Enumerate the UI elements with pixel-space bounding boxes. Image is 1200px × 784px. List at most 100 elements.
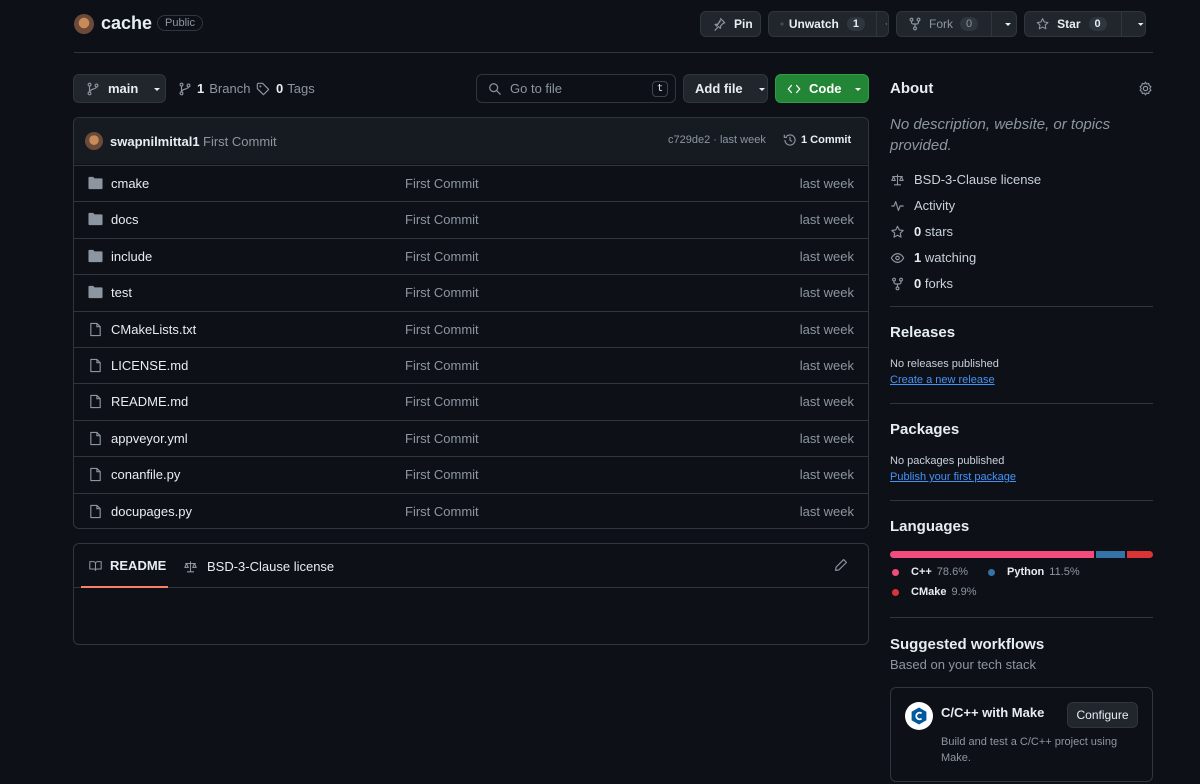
file-name[interactable]: appveyor.yml (111, 431, 188, 446)
file-row[interactable]: docs First Commit last week (74, 201, 868, 237)
license-link[interactable]: BSD-3-Clause license (890, 172, 1041, 187)
tab-readme[interactable]: README (81, 545, 168, 588)
branches-link[interactable]: 1 Branch (178, 81, 250, 96)
file-row[interactable]: appveyor.yml First Commit last week (74, 419, 868, 456)
file-row[interactable]: LICENSE.md First Commit last week (74, 347, 868, 383)
file-name[interactable]: LICENSE.md (111, 358, 188, 373)
file-name[interactable]: docupages.py (111, 504, 192, 519)
workflows-title: Suggested workflows (890, 636, 1045, 653)
file-row[interactable]: conanfile.py First Commit last week (74, 456, 868, 492)
commit-author[interactable]: swapnilmittal1 (110, 134, 200, 149)
file-commit-message[interactable]: First Commit (405, 285, 479, 300)
file-commit-message[interactable]: First Commit (405, 431, 479, 446)
repo-name[interactable]: cache (101, 13, 152, 34)
file-row[interactable]: README.md First Commit last week (74, 383, 868, 419)
releases-title[interactable]: Releases (890, 324, 955, 341)
fork-label: Fork (929, 17, 953, 31)
workflow-card-description: Build and test a C/C++ project using Mak… (941, 736, 1118, 764)
book-icon (89, 560, 102, 571)
file-commit-message[interactable]: First Commit (405, 504, 479, 519)
fork-button[interactable]: Fork 0 (896, 11, 1017, 37)
file-name[interactable]: cmake (111, 176, 149, 191)
commit-message[interactable]: First Commit (203, 134, 277, 149)
branch-icon (179, 82, 191, 95)
file-row[interactable]: test First Commit last week (74, 274, 868, 310)
header-divider (74, 52, 1153, 53)
code-icon (787, 84, 801, 93)
file-commit-message[interactable]: First Commit (405, 212, 479, 227)
packages-title[interactable]: Packages (890, 421, 959, 438)
chevron-down-icon[interactable] (885, 19, 888, 29)
tags-link[interactable]: 0 Tags (256, 81, 315, 96)
language-percent: 11.5% (1049, 566, 1080, 578)
pin-button[interactable]: Pin (700, 11, 761, 37)
branch-icon (87, 82, 99, 95)
workflow-card-title: C/C++ with Make (941, 705, 1045, 720)
code-button[interactable]: Code (775, 74, 869, 103)
watching-label: watching (924, 250, 977, 265)
file-name[interactable]: conanfile.py (111, 467, 180, 482)
tags-label: Tags (287, 81, 315, 96)
eye-icon (890, 252, 905, 263)
configure-button[interactable]: Configure (1067, 702, 1138, 728)
unwatch-button[interactable]: Unwatch 1 (768, 11, 889, 37)
file-name[interactable]: README.md (111, 394, 188, 409)
star-button[interactable]: Star 0 (1024, 11, 1146, 37)
law-icon (891, 173, 904, 185)
file-row[interactable]: docupages.py First Commit last week (74, 492, 868, 529)
language-item[interactable]: Python 11.5% (988, 566, 1080, 578)
language-name: Python (1007, 566, 1045, 578)
watch-count: 1 (846, 17, 865, 31)
language-item[interactable]: CMake 9.9% (892, 586, 977, 598)
search-placeholder: Go to file (510, 81, 563, 96)
file-commit-time: last week (799, 467, 854, 483)
commit-author-avatar[interactable] (85, 132, 103, 150)
cpp-logo-icon (905, 702, 933, 730)
file-name[interactable]: test (111, 285, 132, 300)
branch-selector[interactable]: main (73, 74, 166, 103)
add-file-button[interactable]: Add file (683, 74, 768, 103)
publish-package-link[interactable]: Publish your first package (890, 471, 1016, 483)
repo-avatar[interactable] (74, 14, 94, 34)
commit-hash-time[interactable]: c729de2 · last week (668, 134, 766, 146)
pin-label: Pin (734, 17, 753, 31)
stars-link[interactable]: 0 stars (890, 224, 953, 239)
chevron-down-icon[interactable] (1003, 19, 1013, 29)
add-file-label: Add file (695, 81, 743, 96)
file-name[interactable]: CMakeLists.txt (111, 322, 196, 337)
file-commit-message[interactable]: First Commit (405, 322, 479, 337)
sidebar-divider (890, 500, 1153, 501)
watching-link[interactable]: 1 watching (890, 250, 976, 265)
file-name[interactable]: include (111, 249, 152, 264)
file-commit-message[interactable]: First Commit (405, 176, 479, 191)
stars-label: stars (924, 224, 954, 239)
fork-icon (892, 277, 903, 290)
visibility-badge: Public (157, 15, 203, 31)
file-name[interactable]: docs (111, 212, 138, 227)
folder-icon (88, 213, 103, 226)
tab-license[interactable]: BSD-3-Clause license (183, 559, 334, 574)
file-commit-message[interactable]: First Commit (405, 358, 479, 373)
language-bar-segment (1095, 551, 1126, 558)
search-icon (489, 82, 501, 95)
file-commit-message[interactable]: First Commit (405, 249, 479, 264)
file-row[interactable]: include First Commit last week (74, 237, 868, 274)
forks-link[interactable]: 0 forks (890, 276, 953, 291)
create-release-link[interactable]: Create a new release (890, 374, 995, 386)
file-commit-message[interactable]: First Commit (405, 467, 479, 482)
language-dot (988, 568, 995, 576)
language-item[interactable]: C++ 78.6% (892, 566, 968, 578)
file-commit-time: last week (799, 248, 854, 264)
activity-link[interactable]: Activity (890, 198, 955, 213)
file-row[interactable]: cmake First Commit last week (74, 165, 868, 201)
go-to-file-input[interactable]: Go to file t (476, 74, 676, 103)
file-commit-message[interactable]: First Commit (405, 394, 479, 409)
pencil-icon[interactable] (834, 558, 848, 572)
chevron-down-icon[interactable] (1136, 19, 1145, 29)
history-icon (783, 134, 796, 146)
tab-license-label: BSD-3-Clause license (207, 559, 335, 574)
gear-icon[interactable] (1138, 81, 1153, 96)
folder-icon (88, 176, 103, 190)
commits-link[interactable]: 1 Commit (783, 133, 851, 147)
file-row[interactable]: CMakeLists.txt First Commit last week (74, 310, 868, 347)
